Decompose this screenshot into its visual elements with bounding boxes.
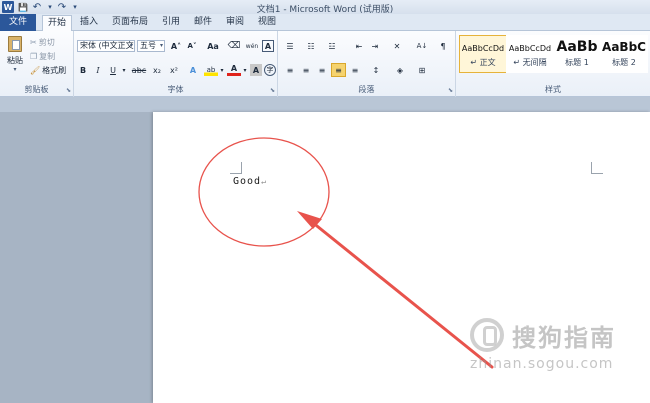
clear-format-button[interactable]: ⌫ <box>227 40 241 52</box>
char-shading-button[interactable]: A <box>250 64 262 76</box>
styles-group: AaBbCcDd ↵ 正文 AaBbCcDd ↵ 无间隔 AaBb 标题 1 A… <box>456 31 650 97</box>
margin-corner-mark <box>591 162 603 174</box>
tab-insert[interactable]: 插入 <box>76 15 102 31</box>
paintbrush-icon: 🖌 <box>30 66 41 75</box>
scissors-icon: ✂ <box>30 38 37 47</box>
superscript-button[interactable]: x² <box>167 64 181 76</box>
tab-page-layout[interactable]: 页面布局 <box>108 15 152 31</box>
multilevel-list-button[interactable]: ☳ <box>325 40 339 52</box>
cut-button[interactable]: ✂ 剪切 <box>30 37 55 48</box>
clipboard-icon <box>8 35 22 52</box>
format-painter-button[interactable]: 🖌 格式刷 <box>30 65 66 76</box>
distributed-button[interactable]: ≡ <box>348 64 362 76</box>
ribbon-tabs: 文件 开始 插入 页面布局 引用 邮件 审阅 视图 <box>0 14 650 32</box>
shrink-font-button[interactable]: A˅ <box>185 40 199 52</box>
show-marks-button[interactable]: ¶ <box>436 40 450 52</box>
clipboard-group: 粘贴 ▾ ✂ 剪切 ❐ 复制 🖌 格式刷 剪贴板 ⬊ <box>0 31 74 97</box>
watermark-url: zhinan.sogou.com <box>470 356 614 372</box>
font-group-label: 字体 <box>167 85 184 94</box>
paragraph-mark: ↵ <box>261 177 267 186</box>
tab-review[interactable]: 审阅 <box>222 15 248 31</box>
highlight-dropdown-icon[interactable]: ▾ <box>219 64 225 76</box>
center-button[interactable]: ≡ <box>299 64 313 76</box>
strikethrough-button[interactable]: abc <box>131 64 147 76</box>
clipboard-group-label: 剪贴板 <box>24 85 49 94</box>
style-no-spacing[interactable]: AaBbCcDd ↵ 无间隔 <box>506 35 554 73</box>
style-normal[interactable]: AaBbCcDd ↵ 正文 <box>459 35 507 73</box>
char-border-button[interactable]: A <box>262 40 274 52</box>
paragraph-group: ☰ ☷ ☳ ⇤ ⇥ ✕ A↓ ¶ ≡ ≡ ≡ ≡ ≡ ↕ ◈ ⊞ 段落 ⬊ <box>278 31 456 97</box>
style-heading-1[interactable]: AaBb 标题 1 <box>553 35 601 73</box>
chevron-down-icon: ▾ <box>129 42 133 49</box>
dialog-launcher-icon[interactable]: ⬊ <box>66 87 71 94</box>
paragraph-group-label: 段落 <box>358 85 375 94</box>
styles-group-label: 样式 <box>545 85 561 94</box>
sogou-logo-icon <box>470 318 504 352</box>
font-group: 宋体 (中文正文) ▾ 五号 ▾ A˄ A˅ Aa ⌫ wén A B I U ▾ … <box>74 31 278 97</box>
tab-references[interactable]: 引用 <box>158 15 184 31</box>
line-spacing-button[interactable]: ↕ <box>368 64 384 76</box>
tab-mailings[interactable]: 邮件 <box>190 15 216 31</box>
tab-home[interactable]: 开始 <box>42 15 72 32</box>
watermark-name: 搜狗指南 <box>512 324 616 352</box>
paste-dropdown-icon[interactable]: ▾ <box>13 66 16 73</box>
sort-button[interactable]: A↓ <box>414 40 430 52</box>
ribbon: 粘贴 ▾ ✂ 剪切 ❐ 复制 🖌 格式刷 剪贴板 ⬊ 宋体 (中文正文) ▾ 五号… <box>0 31 650 97</box>
document-text[interactable]: Good↵ <box>233 176 267 187</box>
grow-font-button[interactable]: A˄ <box>169 40 183 52</box>
justify-button[interactable]: ≡ <box>331 63 346 77</box>
text-effects-button[interactable]: A <box>186 64 200 76</box>
align-left-button[interactable]: ≡ <box>283 64 297 76</box>
enclose-char-button[interactable]: 字 <box>264 64 276 76</box>
copy-icon: ❐ <box>30 52 38 61</box>
borders-button[interactable]: ⊞ <box>414 64 430 76</box>
eraser-icon: ⌫ <box>227 41 241 51</box>
decrease-indent-button[interactable]: ⇤ <box>352 40 366 52</box>
tab-file[interactable]: 文件 <box>0 14 36 31</box>
subscript-button[interactable]: x₂ <box>150 64 164 76</box>
shading-button[interactable]: ◈ <box>392 64 408 76</box>
style-heading-2[interactable]: AaBbC 标题 2 <box>600 35 648 73</box>
italic-button[interactable]: I <box>92 64 104 76</box>
chevron-down-icon: ▾ <box>159 42 163 49</box>
paste-button[interactable]: 粘贴 ▾ <box>3 34 27 74</box>
title-bar: W 💾 ↶ ▾ ↷ ▾ 文档1 - Microsoft Word (试用版) <box>0 0 650 15</box>
font-size-select[interactable]: 五号 ▾ <box>137 40 165 52</box>
copy-button[interactable]: ❐ 复制 <box>30 51 55 62</box>
margin-corner-mark <box>230 162 242 174</box>
chinese-layout-button[interactable]: ✕ <box>390 40 404 52</box>
align-right-button[interactable]: ≡ <box>315 64 329 76</box>
bullets-button[interactable]: ☰ <box>283 40 297 52</box>
dialog-launcher-icon[interactable]: ⬊ <box>448 87 453 94</box>
sogou-watermark: 搜狗指南 zhinan.sogou.com <box>470 316 630 376</box>
numbering-button[interactable]: ☷ <box>304 40 318 52</box>
increase-indent-button[interactable]: ⇥ <box>368 40 382 52</box>
underline-dropdown-icon[interactable]: ▾ <box>120 64 128 76</box>
underline-button[interactable]: U <box>107 64 119 76</box>
font-name-select[interactable]: 宋体 (中文正文) ▾ <box>77 40 135 52</box>
font-color-dropdown-icon[interactable]: ▾ <box>242 64 248 76</box>
ruler-strip <box>0 97 650 112</box>
change-case-button[interactable]: Aa <box>204 40 222 52</box>
tab-view[interactable]: 视图 <box>254 15 280 31</box>
highlight-button[interactable]: ab <box>204 64 218 76</box>
bold-button[interactable]: B <box>77 64 89 76</box>
dialog-launcher-icon[interactable]: ⬊ <box>270 87 275 94</box>
font-color-button[interactable]: A <box>227 64 241 76</box>
phonetic-guide-button[interactable]: wén <box>244 40 260 52</box>
